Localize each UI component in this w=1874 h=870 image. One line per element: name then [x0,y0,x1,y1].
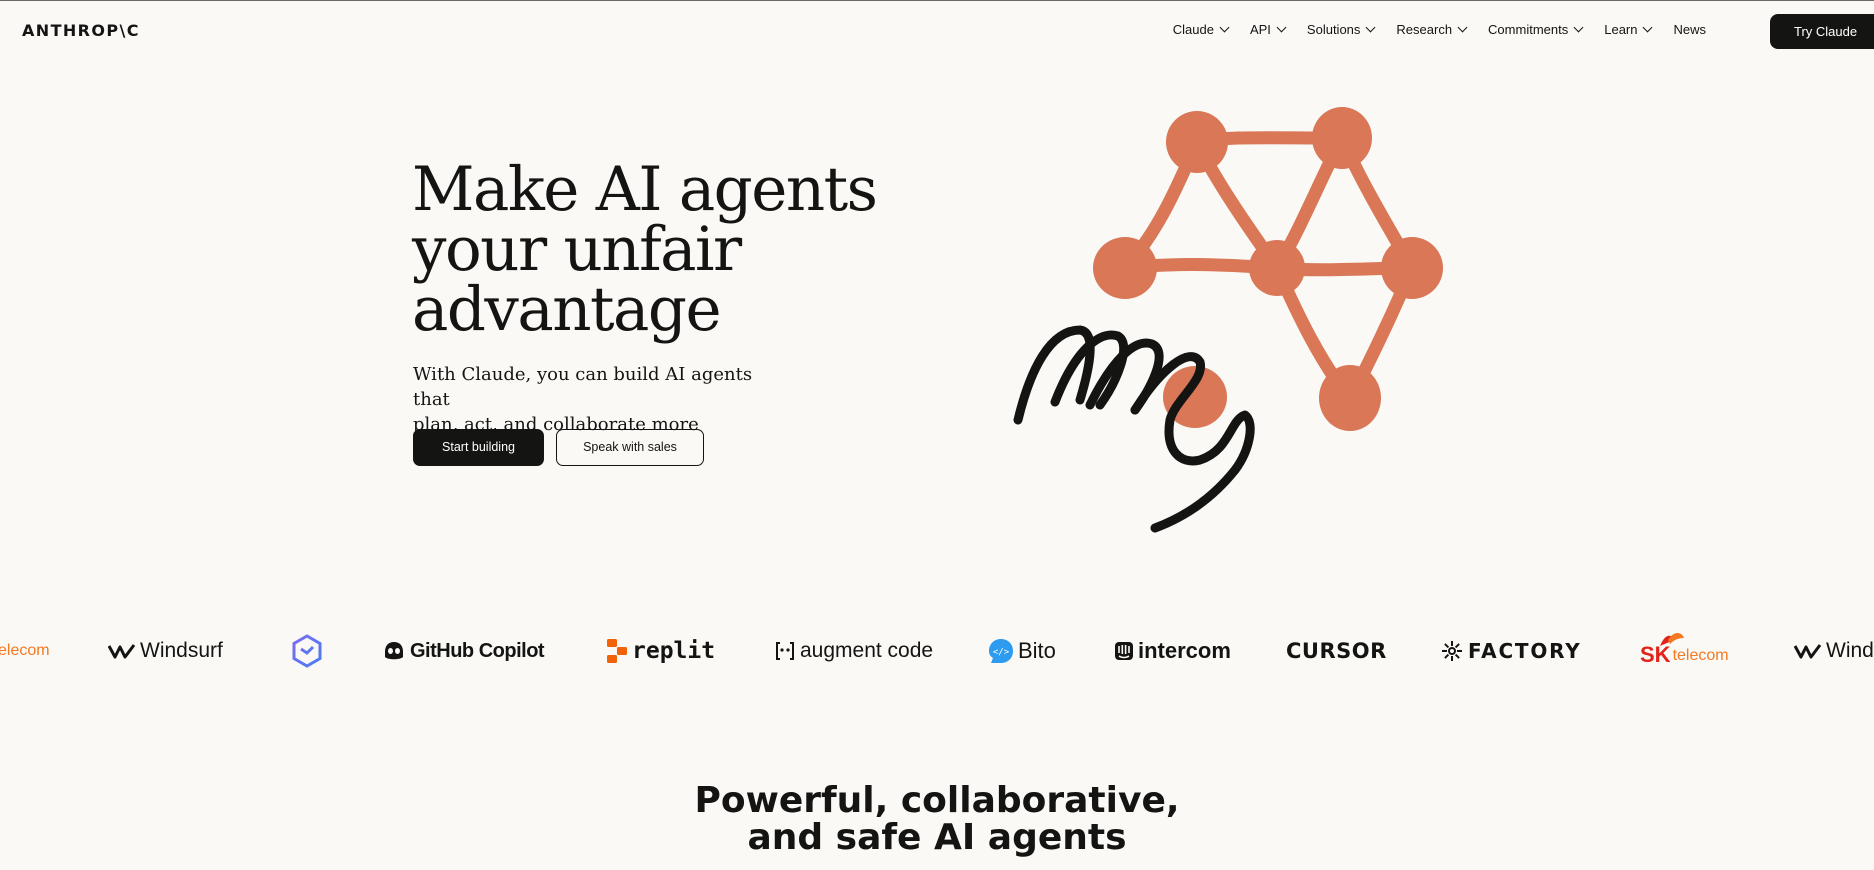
try-claude-button[interactable]: Try Claude [1770,14,1874,49]
nav-item-label: Learn [1604,22,1638,37]
cursor-logo: CURSOR [1286,628,1387,674]
sk-telecom-logo-partial: elecom [0,628,50,674]
section-title-line: and safe AI agents [747,817,1127,858]
main-menu: Claude API Solutions Research Commitment… [1151,22,1706,37]
nav-item-learn[interactable]: Learn [1604,22,1653,37]
customer-logos-strip: elecom Windsurf GitHub Copilot replit au… [0,628,1874,674]
nav-item-label: Solutions [1306,22,1361,37]
nav-item-research[interactable]: Research [1396,22,1468,37]
nav-item-label: Commitments [1488,22,1569,37]
augment-icon [776,642,794,660]
hero-title: Make AI agents your unfair advantage [412,159,932,340]
chevron-down-icon [1276,22,1287,33]
svg-text:</>: </> [993,648,1010,658]
replit-logo: replit [606,628,715,674]
nav-item-label: Research [1396,22,1453,37]
logo-text: FACTORY [1468,639,1582,663]
factory-logo: FACTORY [1440,628,1582,674]
start-building-button[interactable]: Start building [413,429,544,466]
windsurf-logo: Windsurf [108,628,223,674]
logo-text: GitHub Copilot [410,639,545,662]
nav-item-news[interactable]: News [1673,22,1706,37]
chevron-down-icon [1643,22,1653,33]
replit-icon [607,639,627,663]
github-copilot-logo: GitHub Copilot [382,628,545,674]
windsurf-icon [1794,644,1822,659]
intercom-icon [1115,642,1133,660]
logo-text: augment code [800,639,934,662]
logo-text: replit [632,638,716,664]
windsurf-logo-partial: Wind [1794,628,1874,674]
hexagon-icon [292,634,322,668]
section-title: Powerful, collaborative, and safe AI age… [0,782,1874,856]
hero-title-line: advantage [412,274,722,345]
nav-item-label: News [1673,22,1706,37]
hero-subtitle-line: With Claude, you can build AI agents tha… [413,364,753,410]
logo-text: Windsurf [140,639,223,662]
logo-text: Bito [1018,638,1056,663]
chevron-down-icon [1457,22,1468,33]
bito-icon: </> [989,639,1013,663]
chevron-down-icon [1573,22,1584,33]
augment-code-logo: augment code [774,628,933,674]
windsurf-icon [108,644,136,659]
section-title-line: Powerful, collaborative, [694,780,1180,821]
hexagon-logo [290,628,324,674]
nav-item-solutions[interactable]: Solutions [1306,22,1376,37]
speak-with-sales-button[interactable]: Speak with sales [556,429,704,466]
logo-text: intercom [1138,638,1231,663]
logo-text: elecom [0,642,50,659]
hand-network-illustration-icon [1013,107,1443,533]
logo-text: Wind [1826,639,1874,662]
nav-item-api[interactable]: API [1249,22,1287,37]
nav-item-commitments[interactable]: Commitments [1488,22,1584,37]
sk-telecom-logo: SK telecom [1640,628,1729,674]
copilot-icon [385,642,403,660]
nav-item-label: API [1249,22,1271,37]
factory-icon [1442,641,1462,661]
sk-butterfly-icon [1660,633,1684,646]
top-nav: ANTHROP\C Claude API Solutions Research … [0,0,1874,62]
anthropic-logo[interactable]: ANTHROP\C [22,21,140,40]
chevron-down-icon [1219,22,1230,33]
logo-text: CURSOR [1286,639,1387,663]
bito-logo: </> Bito [988,628,1056,674]
nav-item-claude[interactable]: Claude [1172,22,1230,37]
nav-item-label: Claude [1172,22,1214,37]
chevron-down-icon [1365,22,1376,33]
intercom-logo: intercom [1114,628,1231,674]
